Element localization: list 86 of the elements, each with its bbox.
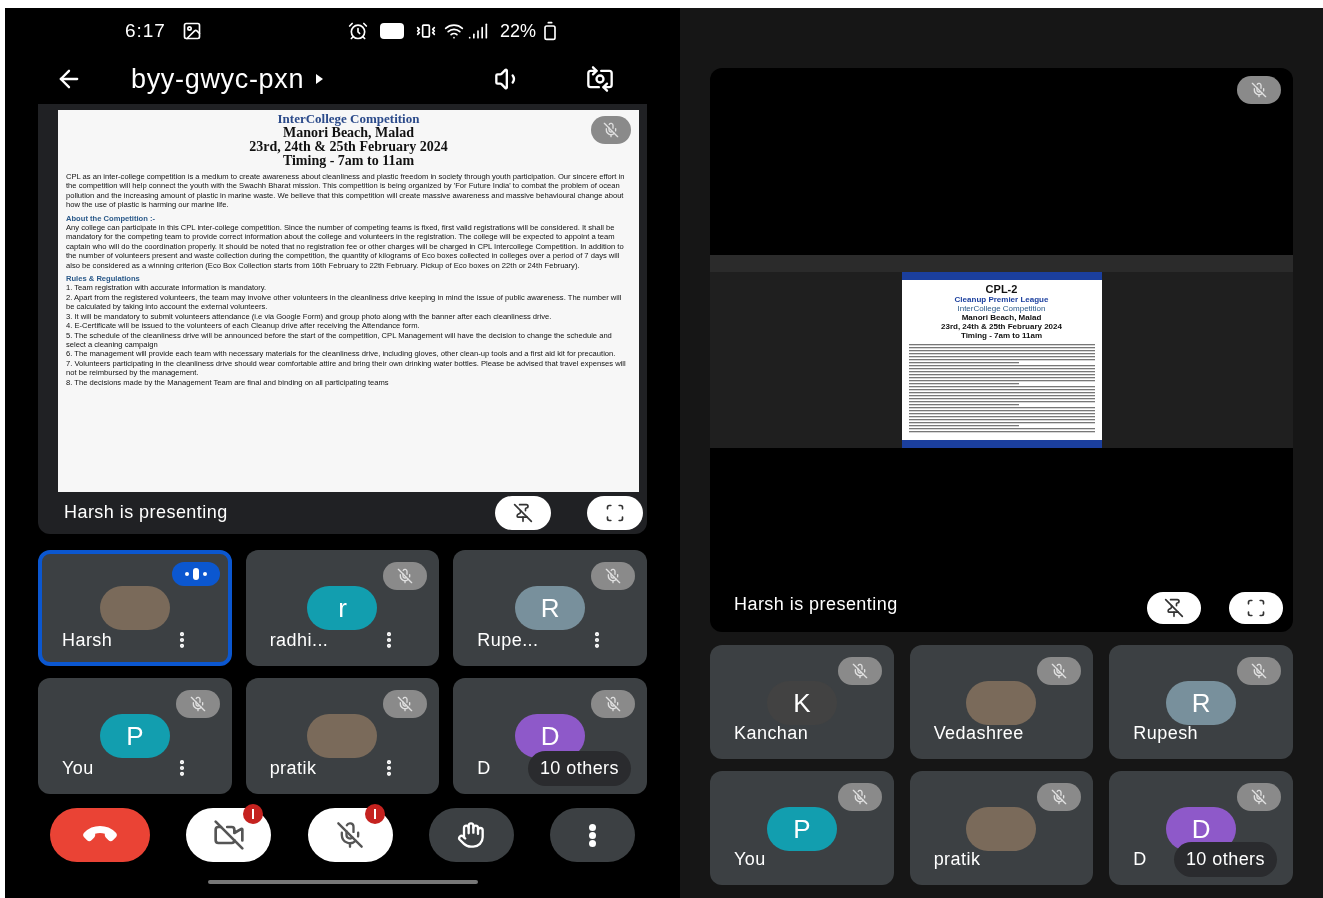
participant-name: Rupesh bbox=[1133, 722, 1199, 745]
alarm-icon bbox=[347, 21, 368, 41]
camera-off-icon bbox=[212, 819, 245, 851]
avatar-photo-placeholder bbox=[966, 807, 1037, 851]
participant-name: Vedashree bbox=[933, 722, 1024, 745]
document-dates: 23rd, 24th & 25th February 2024 bbox=[249, 140, 448, 154]
mic-off-icon bbox=[837, 657, 882, 685]
end-call-button[interactable] bbox=[50, 808, 150, 862]
avatar: K bbox=[766, 681, 837, 725]
participant-name: D bbox=[477, 757, 491, 780]
avatar: R bbox=[1166, 681, 1237, 725]
participant-tile[interactable]: R Rupesh bbox=[1109, 645, 1293, 759]
image-notification-icon bbox=[181, 21, 202, 41]
participant-tile[interactable]: D D 10 others bbox=[1109, 771, 1293, 885]
mic-off-icon bbox=[383, 690, 428, 718]
participant-tile[interactable]: K Kanchan bbox=[710, 645, 894, 759]
participant-tile[interactable]: pratik bbox=[245, 678, 440, 794]
hand-icon bbox=[457, 821, 486, 849]
signal-icon bbox=[467, 21, 488, 41]
document-timing: Timing - 7am to 11am bbox=[282, 154, 415, 168]
avatar: D bbox=[515, 714, 586, 758]
fullscreen-icon bbox=[1246, 598, 1266, 618]
participant-tile[interactable]: R Rupe... bbox=[453, 550, 647, 666]
mic-off-icon bbox=[1237, 783, 1281, 811]
others-chip[interactable]: 10 others bbox=[527, 751, 631, 786]
avatar: R bbox=[515, 586, 586, 630]
document-subtitle: Cleanup Premier League bbox=[954, 295, 1049, 304]
participant-tile[interactable]: Harsh bbox=[38, 550, 232, 666]
mic-off-icon bbox=[1037, 783, 1082, 811]
avatar-photo-placeholder bbox=[99, 586, 170, 630]
mic-off-icon bbox=[1037, 657, 1082, 685]
fullscreen-button[interactable] bbox=[587, 496, 643, 530]
presenting-caption: Harsh is presenting bbox=[64, 501, 228, 524]
document-place: Manori Beach, Malad bbox=[282, 126, 414, 140]
mic-off-icon bbox=[336, 821, 364, 849]
mic-off-icon bbox=[383, 562, 428, 590]
participant-tile[interactable]: r radhi... bbox=[245, 550, 440, 666]
document-place: Manori Beach, Malad bbox=[961, 313, 1042, 322]
participant-name: Kanchan bbox=[734, 722, 809, 745]
avatar-photo-placeholder bbox=[966, 681, 1037, 725]
caret-icon bbox=[316, 74, 324, 84]
avatar-photo-placeholder bbox=[307, 714, 378, 758]
avatar: P bbox=[766, 807, 837, 851]
document-heading: InterCollege Competition bbox=[277, 112, 420, 126]
document-title: CPL-2 bbox=[985, 284, 1018, 295]
mic-off-icon bbox=[837, 783, 882, 811]
more-button[interactable] bbox=[550, 808, 635, 862]
participant-tile[interactable]: D D 10 others bbox=[453, 678, 647, 794]
mic-off-icon bbox=[591, 690, 635, 718]
wifi-icon bbox=[443, 21, 464, 41]
document-timing: Timing - 7am to 11am bbox=[960, 331, 1043, 340]
participant-name: radhi... bbox=[269, 629, 329, 652]
meeting-code[interactable]: byy-gwyc-pxn bbox=[131, 58, 305, 100]
document-dates: 23rd, 24th & 25th February 2024 bbox=[941, 322, 1062, 331]
participant-name: Rupe... bbox=[477, 629, 539, 652]
participant-tile[interactable]: pratik bbox=[909, 771, 1094, 885]
switch-camera-icon[interactable] bbox=[586, 65, 614, 93]
unpin-button[interactable] bbox=[495, 496, 551, 530]
more-options-icon bbox=[589, 823, 596, 847]
participant-name: You bbox=[62, 757, 94, 780]
status-time: 6:17 bbox=[125, 18, 166, 43]
battery-percentage: 22% bbox=[499, 19, 536, 43]
unpin-button[interactable] bbox=[1147, 592, 1201, 624]
others-chip[interactable]: 10 others bbox=[1173, 842, 1277, 877]
avatar: P bbox=[99, 714, 170, 758]
mic-off-icon bbox=[1237, 657, 1281, 685]
raise-hand-button[interactable] bbox=[428, 808, 514, 862]
pin-off-icon bbox=[1164, 598, 1184, 618]
participant-name: Harsh bbox=[62, 629, 113, 652]
document-heading: InterCollege Competition bbox=[957, 304, 1046, 313]
participant-name: D bbox=[1133, 848, 1147, 871]
participant-name: pratik bbox=[933, 848, 981, 871]
participant-tile[interactable]: P You bbox=[38, 678, 232, 794]
mic-off-icon bbox=[175, 690, 220, 718]
participant-tile[interactable]: P You bbox=[710, 771, 894, 885]
presenting-caption: Harsh is presenting bbox=[734, 593, 898, 616]
mic-off-icon bbox=[591, 562, 635, 590]
fullscreen-button[interactable] bbox=[1229, 592, 1283, 624]
vibrate-icon bbox=[415, 21, 436, 41]
pin-off-icon bbox=[513, 503, 533, 523]
avatar: r bbox=[307, 586, 378, 630]
participant-name: pratik bbox=[269, 757, 317, 780]
fullscreen-icon bbox=[605, 503, 625, 523]
speaking-indicator-icon bbox=[171, 562, 220, 586]
participant-tile[interactable]: Vedashree bbox=[909, 645, 1094, 759]
participant-name: You bbox=[734, 848, 766, 871]
